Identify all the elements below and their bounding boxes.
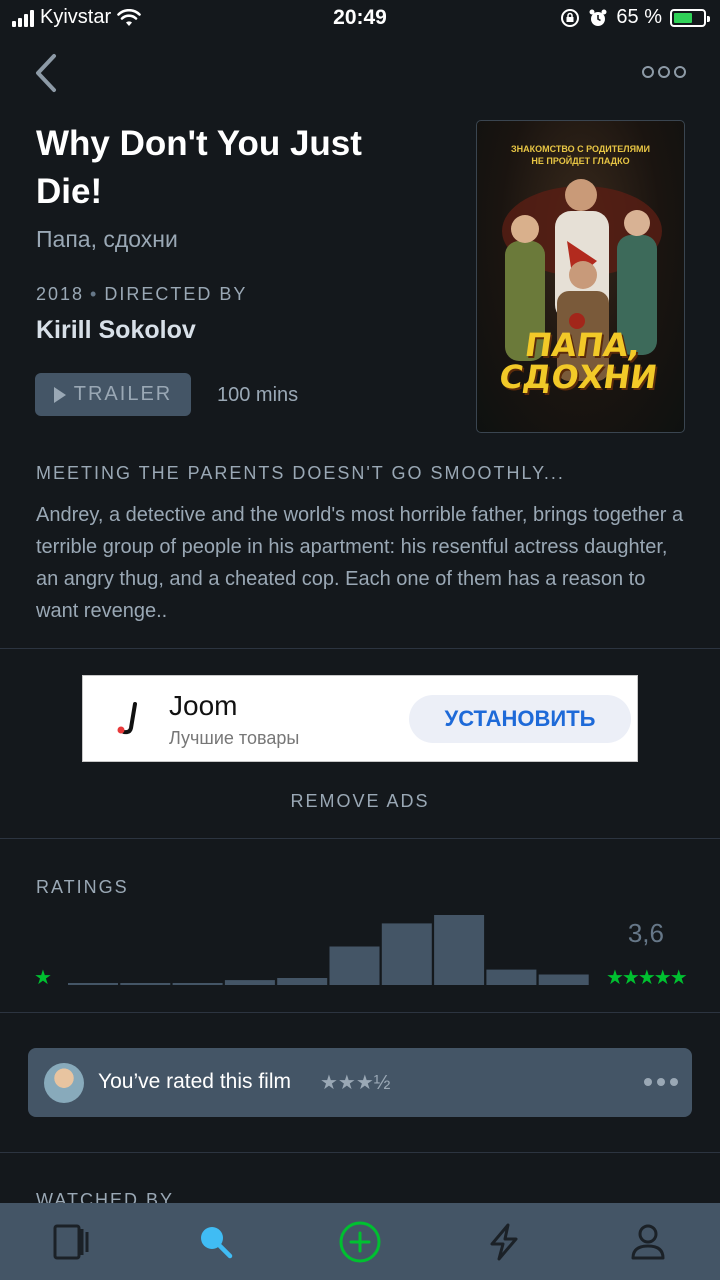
histogram-bar (68, 983, 118, 985)
trailer-label: TRAILER (73, 383, 173, 405)
ad-app-tagline: Лучшие товары (169, 728, 300, 748)
more-options-button[interactable] (636, 60, 692, 84)
divider (0, 648, 720, 649)
poster-title: ПАПА, СДОХНИ (496, 326, 660, 396)
film-meta: 2018 • DIRECTED BY (36, 284, 248, 304)
film-title: Why Don't You Just Die! (36, 124, 362, 211)
your-rating-more-icon[interactable] (644, 1078, 678, 1088)
add-icon (339, 1221, 381, 1262)
film-description[interactable]: Andrey, a detective and the world's most… (36, 499, 692, 627)
film-year[interactable]: 2018 (36, 284, 84, 304)
activity-icon (490, 1223, 518, 1260)
histogram-bar (538, 974, 589, 985)
divider (0, 1152, 720, 1153)
search-icon (201, 1226, 233, 1258)
avatar (44, 1063, 84, 1103)
histogram-bar (172, 983, 223, 985)
status-bar: Kyivstar 20:49 65 % (0, 0, 720, 40)
histogram-bar (434, 915, 485, 985)
histogram-bar (329, 946, 380, 985)
your-rating-stars: ★★★½ (320, 1072, 391, 1094)
tab-films[interactable] (17, 1203, 127, 1280)
director-link[interactable]: Kirill Sokolov (36, 316, 196, 345)
divider (0, 838, 720, 839)
alarm-icon (589, 9, 607, 26)
histogram-bar (224, 980, 275, 985)
film-original-title: Папа, сдохни (36, 226, 178, 252)
play-icon (53, 386, 66, 403)
film-poster[interactable]: ЗНАКОМСТВО С РОДИТЕЛЯМИ НЕ ПРОЙДЕТ ГЛАДК… (476, 120, 685, 433)
profile-icon (631, 1224, 665, 1259)
poster-tagline: ЗНАКОМСТВО С РОДИТЕЛЯМИ НЕ ПРОЙДЕТ ГЛАДК… (510, 144, 651, 166)
ad-install-button[interactable]: УСТАНОВИТЬ (409, 695, 631, 743)
average-rating: 3,6 (627, 918, 664, 948)
rotation-lock-icon (561, 8, 580, 27)
histogram-bar (120, 983, 171, 985)
divider (0, 1012, 720, 1013)
histogram-bar (381, 923, 432, 985)
runtime: 100 mins (217, 384, 299, 406)
tab-search[interactable] (161, 1203, 271, 1280)
battery-percent: 65 % (616, 6, 662, 28)
remove-ads-button[interactable]: REMOVE ADS (0, 791, 720, 812)
ratings-min-star: ★ (34, 967, 52, 989)
ratings-max-stars: ★★★★★ (606, 967, 688, 989)
your-rating-card[interactable]: You’ve rated this film ★★★½ (28, 1048, 692, 1117)
more-horizontal-icon (642, 66, 654, 78)
histogram-bar (277, 978, 328, 985)
tab-bar (0, 1203, 720, 1280)
tab-add[interactable] (305, 1203, 415, 1280)
trailer-button[interactable]: TRAILER (35, 373, 191, 416)
ad-banner[interactable]: Joom Лучшие товары УСТАНОВИТЬ (82, 675, 638, 762)
joom-logo-icon (117, 702, 137, 735)
back-button[interactable] (26, 50, 66, 96)
tab-activity[interactable] (449, 1203, 559, 1280)
battery-icon (670, 8, 710, 27)
ad-app-name: Joom (169, 690, 238, 721)
battery-level (674, 12, 693, 23)
chevron-left-icon (36, 54, 56, 92)
tab-profile[interactable] (593, 1203, 703, 1280)
status-right-group: 65 % (560, 6, 710, 29)
directed-by-label: DIRECTED BY (104, 284, 248, 304)
ratings-label: RATINGS (36, 877, 129, 897)
your-rating-text: You’ve rated this film (98, 1070, 291, 1093)
histogram-bar (486, 969, 537, 985)
films-icon (53, 1224, 89, 1259)
film-tagline: MEETING THE PARENTS DOESN'T GO SMOOTHLY.… (36, 463, 565, 483)
